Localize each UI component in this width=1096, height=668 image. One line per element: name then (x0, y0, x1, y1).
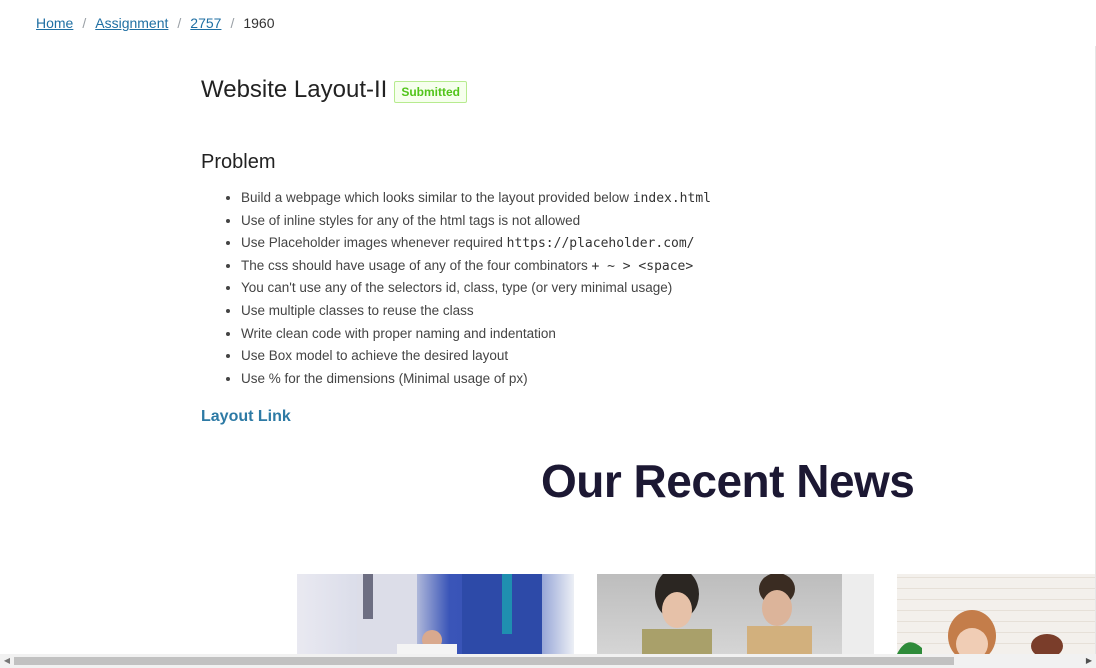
code-snippet: index.html (632, 191, 711, 206)
news-card-image (897, 574, 1095, 654)
assignment-header: Website Layout-II Submitted (201, 76, 467, 104)
status-badge: Submitted (394, 80, 467, 103)
list-item: The css should have usage of any of the … (241, 255, 711, 278)
scroll-left-arrow-icon[interactable]: ◀ (0, 654, 14, 668)
scrollbar-thumb[interactable] (14, 657, 954, 665)
breadcrumb-current: 1960 (243, 15, 275, 31)
list-item: Use % for the dimensions (Minimal usage … (241, 368, 711, 391)
business-meeting-image (357, 574, 542, 654)
code-snippet: https://placeholder.com/ (506, 236, 695, 252)
breadcrumb-assignment-link[interactable]: Assignment (95, 15, 168, 31)
team-working-image (642, 574, 874, 654)
breadcrumb-separator: / (230, 15, 235, 31)
layout-link[interactable]: Layout Link (201, 408, 291, 426)
horizontal-scrollbar[interactable]: ◀ ▶ (0, 654, 1096, 668)
list-item: Use Placeholder images whenever required… (241, 232, 711, 255)
page-title: Website Layout-II (201, 76, 388, 103)
problem-heading: Problem (201, 151, 276, 173)
list-item: Use of inline styles for any of the html… (241, 210, 711, 233)
list-item: Use Box model to achieve the desired lay… (241, 345, 711, 368)
scroll-right-arrow-icon[interactable]: ▶ (1082, 654, 1096, 668)
breadcrumb-separator: / (82, 15, 87, 31)
news-section-heading: Our Recent News (541, 455, 915, 507)
list-item: Write clean code with proper naming and … (241, 323, 711, 346)
office-woman-image (897, 610, 1063, 654)
code-snippet: + ~ > <space> (591, 258, 694, 274)
list-item: You can't use any of the selectors id, c… (241, 277, 711, 300)
list-item: Use multiple classes to reuse the class (241, 300, 711, 323)
news-card-image (597, 574, 874, 654)
breadcrumb-assignment-id-link[interactable]: 2757 (190, 15, 221, 31)
breadcrumb: Home / Assignment / 2757 / 1960 (36, 15, 275, 31)
problem-list: Build a webpage which looks similar to t… (201, 187, 711, 390)
breadcrumb-home-link[interactable]: Home (36, 15, 73, 31)
breadcrumb-separator: / (177, 15, 182, 31)
list-item: Build a webpage which looks similar to t… (241, 187, 711, 210)
news-card-image (297, 574, 574, 654)
